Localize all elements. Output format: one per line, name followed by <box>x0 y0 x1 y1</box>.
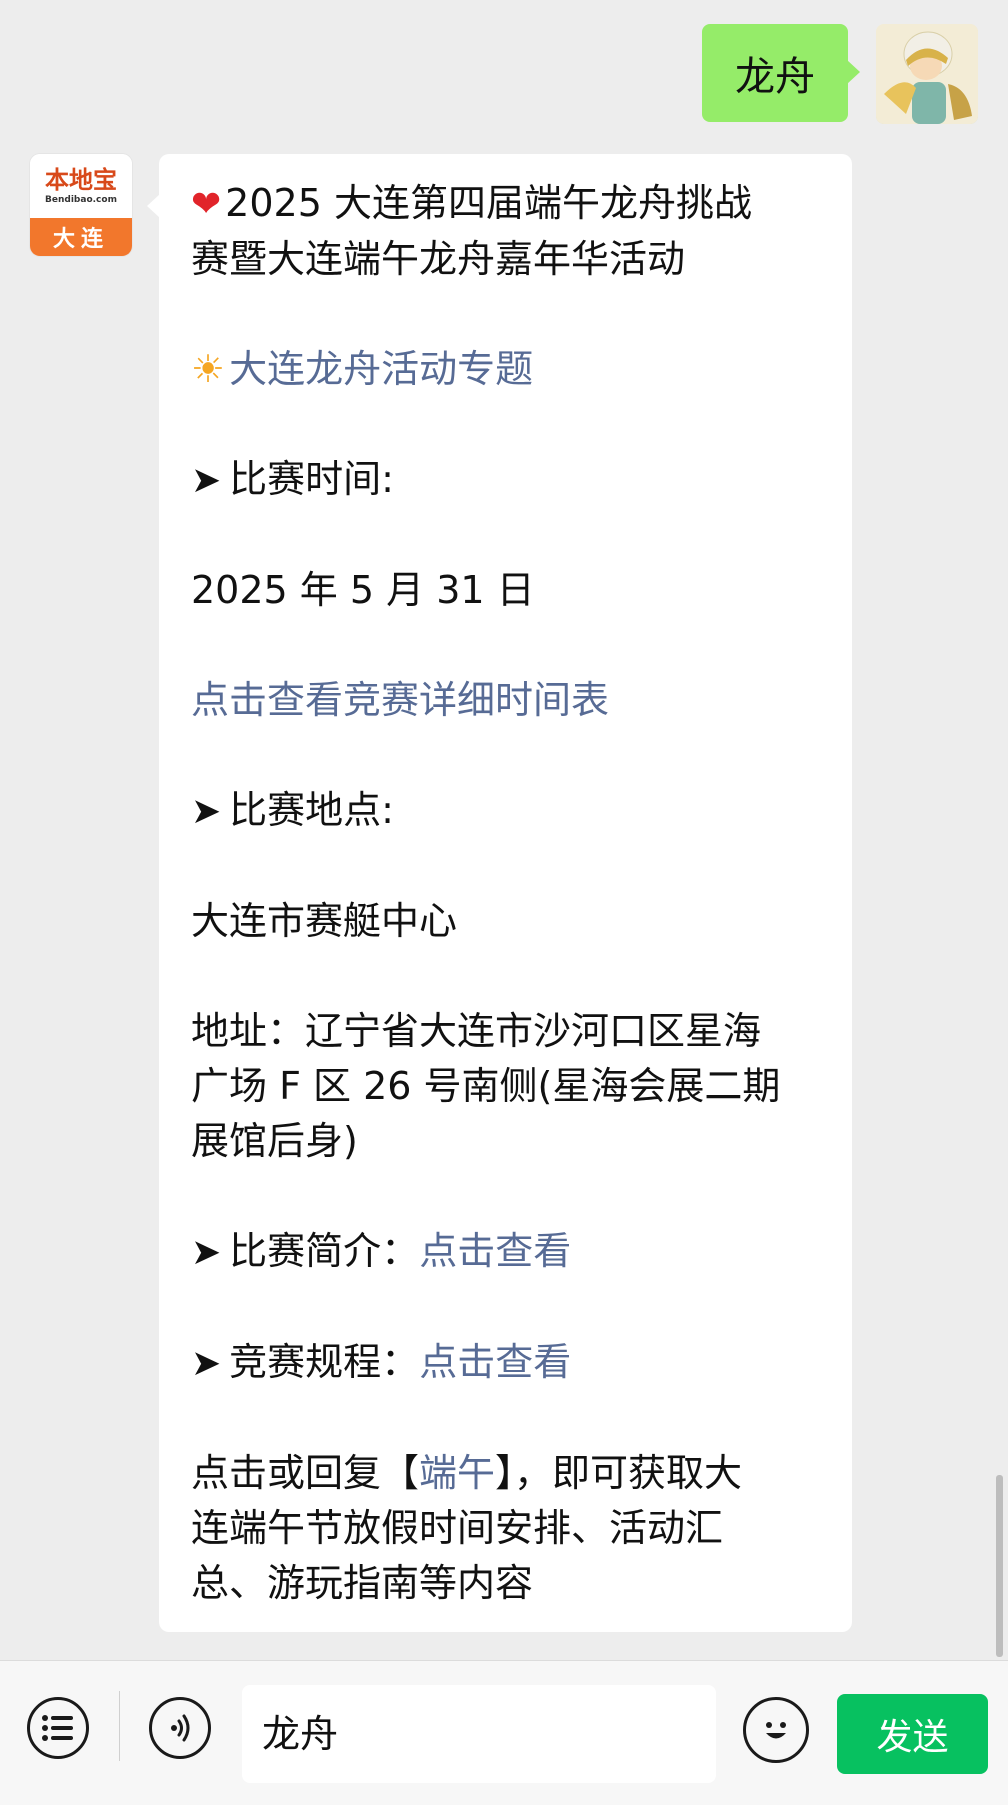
chat-scrollbar[interactable] <box>996 1475 1003 1657</box>
address-line-3: 展馆后身) <box>191 1119 358 1163</box>
voice-icon <box>171 1714 190 1742</box>
time-value: 2025 年 5 月 31 日 <box>191 568 535 612</box>
title-text-1: 2025 大连第四届端午龙舟挑战 <box>225 181 752 225</box>
avatar-brand-text: 本地宝 <box>45 165 117 194</box>
bendibao-avatar[interactable]: 本地宝 Bendibao.com 大连 <box>30 154 132 256</box>
footer-line-2: 连端午节放假时间安排、活动汇 <box>191 1506 724 1550</box>
time-heading: 比赛时间: <box>229 457 394 501</box>
message-input[interactable]: 龙舟 <box>242 1685 716 1783</box>
arrow-icon: ➤ <box>191 1232 222 1273</box>
user-avatar[interactable] <box>876 24 978 124</box>
emoji-button[interactable] <box>743 1697 809 1763</box>
title-line-2: 赛暨大连端午龙舟嘉年华活动 <box>191 237 686 281</box>
avatar-city-text: 大连 <box>30 218 132 256</box>
arrow-icon: ➤ <box>191 1343 222 1384</box>
sent-message-bubble[interactable]: 龙舟 <box>702 24 860 122</box>
address-line-2: 广场 F 区 26 号南侧(星海会展二期 <box>191 1064 781 1108</box>
arrow-icon: ➤ <box>191 791 222 832</box>
schedule-link[interactable]: 点击查看竞赛详细时间表 <box>191 673 831 728</box>
topic-link[interactable]: 大连龙舟活动专题 <box>229 347 533 391</box>
input-bar: 龙舟 发送 <box>0 1660 1008 1805</box>
heart-icon: ❤ <box>191 184 222 225</box>
sent-message-text: 龙舟 <box>735 54 815 100</box>
place-value: 大连市赛艇中心 <box>191 899 458 943</box>
place-heading: 比赛地点: <box>229 788 394 832</box>
intro-link[interactable]: 点击查看 <box>419 1229 571 1273</box>
chat-area: 龙舟 本地宝 Bendibao.com 大连 ❤ 2025 大连第四届端午龙舟挑战… <box>0 0 1008 1660</box>
footer-line-1: 点击或回复【端午】，即可获取大 <box>191 1446 831 1501</box>
place-heading-line: ➤ 比赛地点: <box>191 783 831 839</box>
address-line-1: 地址：辽宁省大连市沙河口区星海 <box>191 1009 762 1053</box>
avatar-site-text: Bendibao.com <box>45 195 117 205</box>
topic-line: ☀ 大连龙舟活动专题 <box>191 342 831 397</box>
footer-line-3: 总、游玩指南等内容 <box>191 1561 534 1605</box>
send-button[interactable]: 发送 <box>837 1694 988 1774</box>
user-avatar-illustration <box>876 24 978 124</box>
avatar-logo-area: 本地宝 Bendibao.com <box>30 154 132 218</box>
time-heading-line: ➤ 比赛时间: <box>191 452 831 508</box>
arrow-icon: ➤ <box>191 460 222 501</box>
toolbar-divider <box>119 1691 120 1761</box>
rules-link[interactable]: 点击查看 <box>419 1340 571 1384</box>
emoji-icon <box>766 1722 786 1739</box>
menu-button[interactable] <box>27 1697 89 1759</box>
list-icon <box>42 1715 73 1741</box>
reply-content: ❤ 2025 大连第四届端午龙舟挑战 赛暨大连端午龙舟嘉年华活动 ☀ 大连龙舟活动专… <box>191 176 831 1611</box>
title-line-1: ❤ 2025 大连第四届端午龙舟挑战 <box>191 176 831 232</box>
voice-button[interactable] <box>149 1697 211 1759</box>
footer-pre: 点击或回复【 <box>191 1451 420 1495</box>
intro-line: ➤ 比赛简介：点击查看 <box>191 1224 831 1280</box>
reply-message-bubble: ❤ 2025 大连第四届端午龙舟挑战 赛暨大连端午龙舟嘉年华活动 ☀ 大连龙舟活动专… <box>147 154 852 1632</box>
rules-line: ➤ 竞赛规程：点击查看 <box>191 1335 831 1391</box>
keyword-link[interactable]: 端午 <box>419 1451 495 1495</box>
footer-post: 】，即可获取大 <box>495 1451 743 1495</box>
rules-heading: 竞赛规程： <box>229 1340 420 1384</box>
intro-heading: 比赛简介： <box>229 1229 420 1273</box>
sun-icon: ☀ <box>191 347 226 391</box>
